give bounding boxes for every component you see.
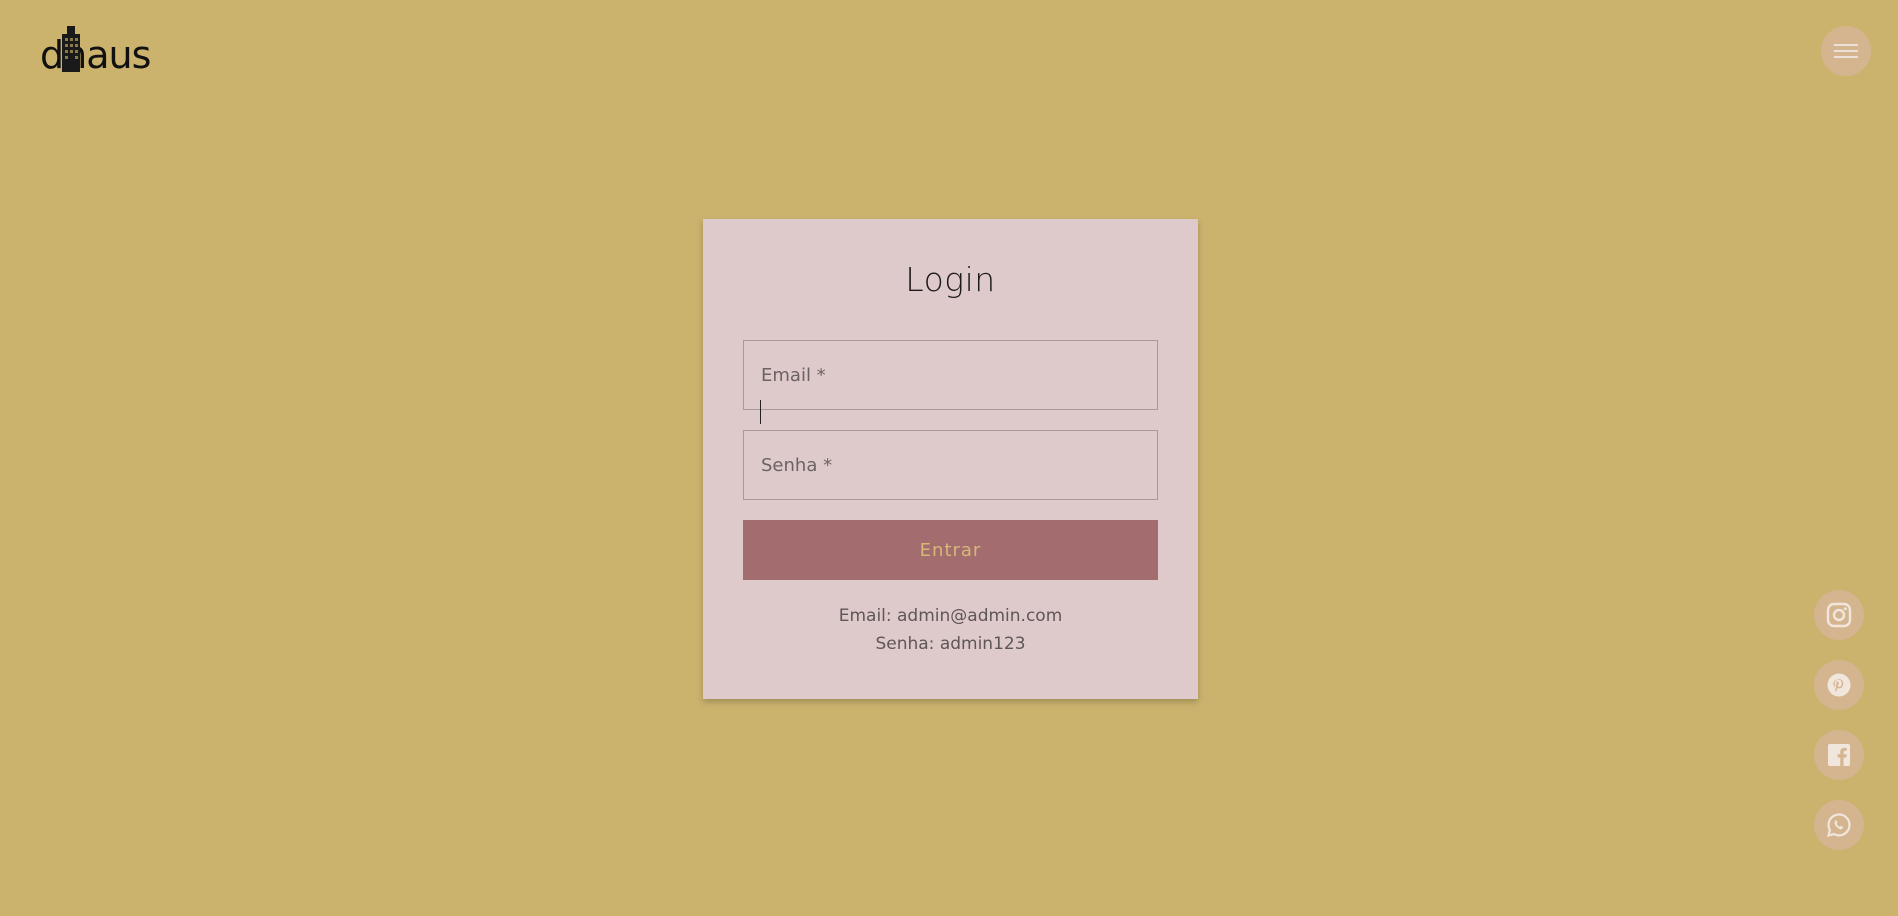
pinterest-button[interactable] [1814,660,1864,710]
whatsapp-button[interactable] [1814,800,1864,850]
pinterest-icon [1827,673,1851,697]
credentials-hint: Email: admin@admin.com Senha: admin123 [743,602,1158,658]
text-caret [760,400,761,424]
facebook-icon [1828,744,1850,766]
hint-email: Email: admin@admin.com [838,606,1063,626]
login-title: Login [905,260,996,299]
hint-password: Senha: admin123 [875,634,1026,654]
login-card: Login Entrar Email: admin@admin.com Senh… [703,219,1198,699]
menu-button[interactable] [1821,26,1871,76]
instagram-icon [1826,602,1852,628]
facebook-button[interactable] [1814,730,1864,780]
instagram-button[interactable] [1814,590,1864,640]
login-button[interactable]: Entrar [743,520,1158,580]
logo-text: dnaus [40,33,151,77]
login-page: dnaus Login Entrar Email: admin@admin.co… [0,0,1898,916]
email-field-wrapper [743,340,1158,424]
email-field[interactable] [743,340,1158,410]
logo[interactable]: dnaus [40,26,151,77]
whatsapp-icon [1826,813,1851,838]
hamburger-icon [1834,44,1858,58]
password-field[interactable] [743,430,1158,500]
building-logo-icon [62,26,80,72]
